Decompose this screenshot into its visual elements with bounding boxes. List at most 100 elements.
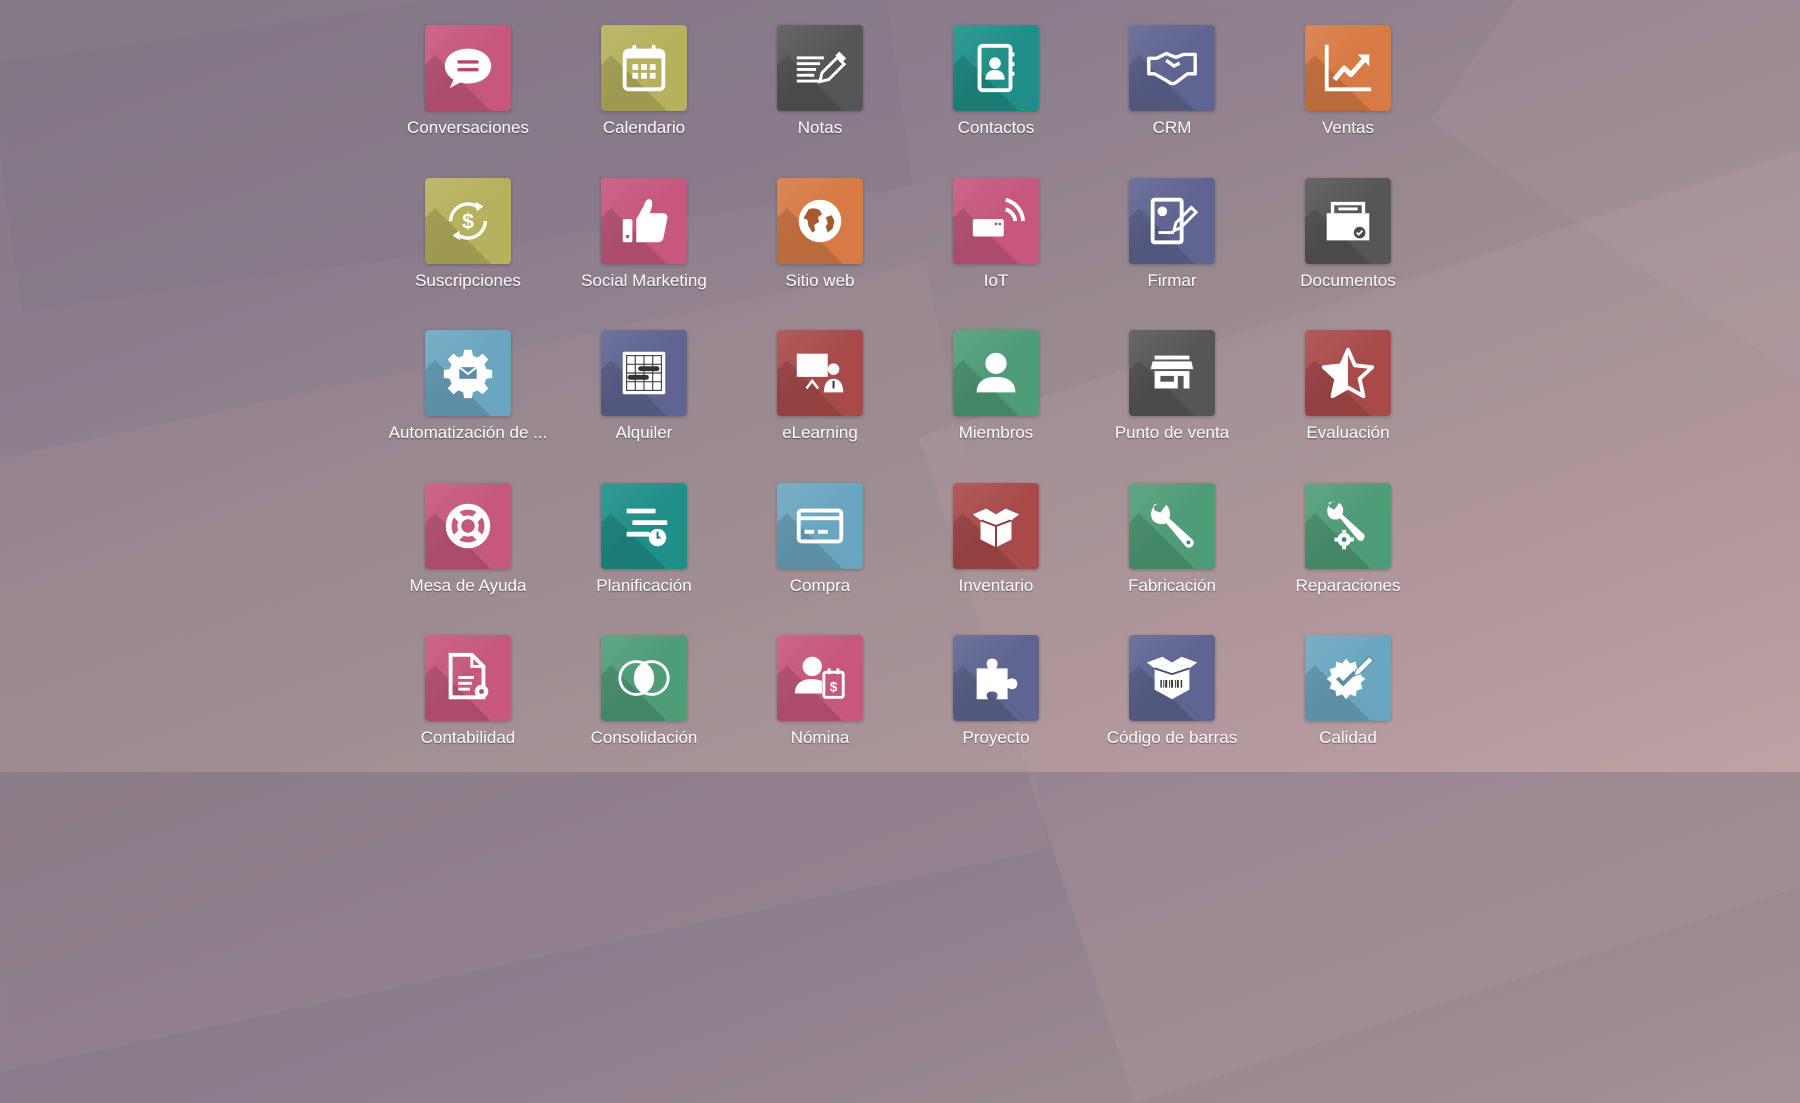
app-elearning[interactable]: eLearning: [732, 330, 908, 483]
app-label: Evaluación: [1306, 423, 1390, 442]
app-contactos[interactable]: Contactos: [908, 25, 1084, 178]
gantt-icon: [615, 344, 673, 402]
app-tile[interactable]: [1305, 330, 1391, 416]
thumbs-up-icon: [615, 192, 673, 250]
app-crm[interactable]: CRM: [1084, 25, 1260, 178]
app-label: CRM: [1152, 118, 1192, 137]
app-tile[interactable]: [425, 330, 511, 416]
recurring-dollar-icon: $: [439, 192, 497, 250]
iot-device-icon: [967, 192, 1025, 250]
app-conversaciones[interactable]: Conversaciones: [380, 25, 556, 178]
app-tile[interactable]: [777, 177, 863, 264]
app-label: Automatización de ...: [388, 423, 548, 442]
app-tile[interactable]: $: [777, 635, 863, 721]
app-suscripciones[interactable]: $ Suscripciones: [380, 177, 556, 331]
gear-mail-icon: [439, 344, 497, 402]
app-tile[interactable]: [601, 635, 687, 721]
app-nomina[interactable]: $ Nómina: [732, 635, 908, 788]
app-calendario[interactable]: Calendario: [556, 25, 732, 178]
app-compra[interactable]: Compra: [732, 482, 908, 636]
app-proyecto[interactable]: Proyecto: [908, 635, 1084, 788]
background-shape: [1430, 0, 1800, 408]
app-calidad[interactable]: Calidad: [1260, 635, 1436, 788]
app-tile[interactable]: [601, 482, 687, 569]
app-label: Suscripciones: [415, 270, 521, 290]
trend-chart-icon: [1319, 39, 1377, 97]
app-automatizacion-de[interactable]: Automatización de ...: [380, 330, 556, 483]
barcode-box-icon: [1143, 649, 1201, 707]
app-tile[interactable]: [1129, 635, 1215, 721]
app-codigo-de-barras[interactable]: Código de barras: [1084, 635, 1260, 788]
app-firmar[interactable]: Firmar: [1084, 177, 1260, 331]
presentation-icon: [791, 344, 849, 402]
app-tile[interactable]: [1129, 330, 1215, 416]
app-social-marketing[interactable]: Social Marketing: [556, 177, 732, 331]
app-tile[interactable]: [1305, 635, 1391, 721]
chat-bubble-icon: [439, 39, 497, 97]
lifebuoy-icon: [439, 497, 497, 555]
app-tile[interactable]: [1305, 482, 1391, 569]
app-punto-de-venta[interactable]: Punto de venta: [1084, 330, 1260, 483]
app-tile[interactable]: [777, 330, 863, 416]
app-tile[interactable]: [1129, 25, 1215, 111]
app-alquiler[interactable]: Alquiler: [556, 330, 732, 483]
app-tile[interactable]: [953, 330, 1039, 416]
app-sitio-web[interactable]: Sitio web: [732, 177, 908, 331]
user-icon: [967, 344, 1025, 402]
wrench-icon: [1143, 497, 1201, 555]
app-planificacion[interactable]: Planificación: [556, 482, 732, 636]
app-miembros[interactable]: Miembros: [908, 330, 1084, 483]
app-tile[interactable]: [777, 482, 863, 569]
calendar-icon: [615, 39, 673, 97]
app-label: Consolidación: [590, 728, 698, 747]
app-tile[interactable]: [953, 25, 1039, 111]
app-tile[interactable]: [1305, 177, 1391, 264]
app-fabricacion[interactable]: Fabricación: [1084, 482, 1260, 636]
app-tile[interactable]: [425, 635, 511, 721]
app-label: Documentos: [1300, 270, 1396, 290]
quality-badge-icon: [1319, 649, 1377, 707]
app-mesa-de-ayuda[interactable]: Mesa de Ayuda: [380, 482, 556, 636]
notes-pencil-icon: [791, 39, 849, 97]
app-tile[interactable]: [601, 177, 687, 264]
app-label: Contabilidad: [420, 728, 516, 747]
app-label: Conversaciones: [407, 118, 529, 137]
app-notas[interactable]: Notas: [732, 25, 908, 178]
app-evaluacion[interactable]: Evaluación: [1260, 330, 1436, 483]
app-label: Sitio web: [785, 270, 855, 290]
app-tile[interactable]: [953, 177, 1039, 264]
app-tile[interactable]: [425, 482, 511, 569]
app-tile[interactable]: [1129, 177, 1215, 264]
app-tile[interactable]: [953, 482, 1039, 569]
app-inventario[interactable]: Inventario: [908, 482, 1084, 636]
app-iot[interactable]: IoT: [908, 177, 1084, 331]
app-tile[interactable]: [601, 25, 687, 111]
app-consolidacion[interactable]: Consolidación: [556, 635, 732, 788]
app-label: Inventario: [958, 575, 1034, 595]
app-ventas[interactable]: Ventas: [1260, 25, 1436, 178]
app-label: Firmar: [1147, 270, 1197, 290]
app-label: Planificación: [596, 575, 692, 595]
document-box-icon: [1319, 192, 1377, 250]
app-tile[interactable]: [425, 25, 511, 111]
app-tile[interactable]: [777, 25, 863, 111]
app-tile[interactable]: [1129, 482, 1215, 569]
app-reparaciones[interactable]: Reparaciones: [1260, 482, 1436, 636]
app-label: Mesa de Ayuda: [409, 575, 527, 595]
globe-icon: [791, 192, 849, 250]
svg-text:$: $: [462, 209, 474, 233]
app-label: Alquiler: [615, 423, 673, 442]
app-tile[interactable]: [953, 635, 1039, 721]
app-tile[interactable]: [601, 330, 687, 416]
app-label: Ventas: [1322, 118, 1374, 137]
app-label: Social Marketing: [581, 270, 707, 290]
app-label: Calendario: [602, 118, 686, 137]
app-contabilidad[interactable]: Contabilidad: [380, 635, 556, 788]
app-documentos[interactable]: Documentos: [1260, 177, 1436, 331]
puzzle-icon: [967, 649, 1025, 707]
app-tile[interactable]: [1305, 25, 1391, 111]
app-label: Punto de venta: [1114, 423, 1230, 442]
document-gear-icon: [439, 649, 497, 707]
wrench-gear-icon: [1319, 497, 1377, 555]
app-tile[interactable]: $: [425, 177, 511, 264]
